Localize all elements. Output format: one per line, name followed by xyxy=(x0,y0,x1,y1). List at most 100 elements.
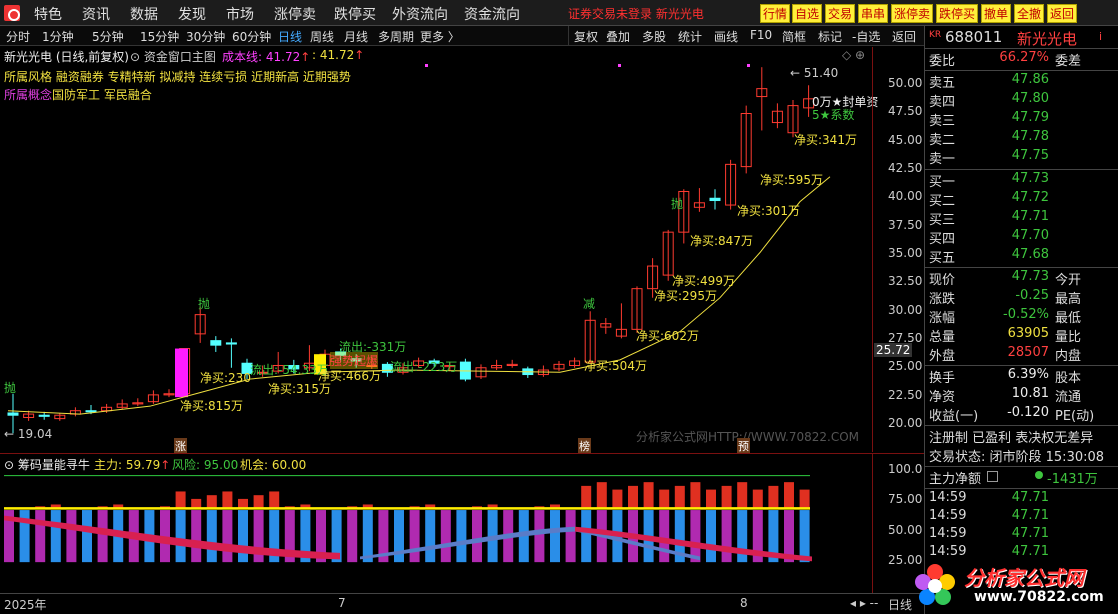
tb-zhangtingmai-button[interactable]: 涨停卖 xyxy=(891,4,933,23)
btn-biaoji[interactable]: 标记 xyxy=(818,28,842,45)
chart-stock-name: 新光光电 (日线,前复权) xyxy=(4,50,129,64)
signal-pao-3: 抛 xyxy=(671,197,684,211)
period-multi[interactable]: 多周期 xyxy=(378,28,414,45)
listing-flags: 注册制 已盈利 表决权无差异 xyxy=(929,431,1094,446)
indicator-bar-bottom xyxy=(690,510,701,563)
indicator-bar-top xyxy=(690,482,701,509)
period-more[interactable]: 更多 〉 xyxy=(420,28,460,45)
indicator-bar-top xyxy=(253,495,264,509)
lower-indicator-chart[interactable]: ⊙ 筹码量能寻牛 主力: 59.79↑ 风险: 95.00 机会: 60.00 … xyxy=(0,453,924,594)
ask-row-3[interactable]: 卖三 47.79 xyxy=(925,110,1118,129)
btn-duogu[interactable]: 多股 xyxy=(642,28,666,45)
btn-tongji[interactable]: 统计 xyxy=(678,28,702,45)
ask-row-2[interactable]: 卖二 47.78 xyxy=(925,129,1118,148)
indicator-canvas[interactable] xyxy=(0,454,924,594)
menu-waizi[interactable]: 外资流向 xyxy=(392,4,448,24)
indicator-bar-bottom xyxy=(206,510,217,563)
menu-shuju[interactable]: 数据 xyxy=(130,4,158,24)
indicator-bar-top xyxy=(238,498,248,509)
scroll-arrows-icon[interactable]: ◂ ▸ ‑‑ xyxy=(850,596,878,610)
login-warning[interactable]: 证券交易未登录 新光光电 xyxy=(568,5,704,22)
high-price-label: ← 51.40 xyxy=(790,66,839,80)
btn-diejia[interactable]: 叠加 xyxy=(606,28,630,45)
period-daily[interactable]: 日线 xyxy=(278,28,302,45)
bid-row-1[interactable]: 买一 47.73 xyxy=(925,171,1118,190)
chart-indicator-name[interactable]: ⊙ 资金窗口主图 xyxy=(130,48,216,65)
menu-shichang[interactable]: 市场 xyxy=(226,4,254,24)
flow-label: 净买:595万 xyxy=(760,173,823,187)
tb-chuanchuan-button[interactable]: 串串 xyxy=(858,4,888,23)
tb-hangqing-button[interactable]: 行情 xyxy=(760,4,790,23)
indicator-bar-top xyxy=(768,485,779,509)
chart-options-icon[interactable]: ◇ ⊕ xyxy=(842,48,865,62)
tb-quanche-button[interactable]: 全撤 xyxy=(1014,4,1044,23)
candle-body xyxy=(7,412,19,416)
btn-fanhui[interactable]: 返回 xyxy=(892,28,916,45)
kline-canvas[interactable] xyxy=(0,47,924,452)
cost-line-value: : 41.72↑ xyxy=(312,48,365,62)
ask-row-1[interactable]: 卖一 47.75 xyxy=(925,148,1118,167)
indicator-name[interactable]: ⊙ 筹码量能寻牛 xyxy=(4,456,90,473)
info-icon[interactable]: i xyxy=(1099,30,1102,43)
period-5min[interactable]: 5分钟 xyxy=(92,28,124,45)
flow-label: 流出:-331万 xyxy=(339,340,407,354)
bid-row-5[interactable]: 买五 47.68 xyxy=(925,247,1118,266)
candle-body xyxy=(210,340,222,346)
flow-label: 净买:602万 xyxy=(636,329,699,343)
menu-zixun[interactable]: 资讯 xyxy=(82,4,110,24)
signal-zhang: 涨 xyxy=(174,438,187,454)
period-1min[interactable]: 1分钟 xyxy=(42,28,74,45)
app-logo-icon[interactable] xyxy=(4,5,20,21)
candle-body xyxy=(85,410,97,413)
btn-jiankuang[interactable]: 简框 xyxy=(782,28,806,45)
btn-remove-zixuan[interactable]: -自选 xyxy=(852,28,880,45)
indicator-bar-top xyxy=(784,482,794,509)
tb-zixuan-button[interactable]: 自选 xyxy=(792,4,822,23)
ask-row-5[interactable]: 卖五 47.86 xyxy=(925,72,1118,91)
ask-row-4[interactable]: 卖四 47.80 xyxy=(925,91,1118,110)
top-marker-dot xyxy=(747,64,750,67)
period-15min[interactable]: 15分钟 xyxy=(140,28,179,45)
indicator-bar-top xyxy=(643,482,654,509)
menu-faxian[interactable]: 发现 xyxy=(178,4,206,24)
period-indicator[interactable]: 日线 xyxy=(888,596,912,613)
menu-zijin[interactable]: 资金流向 xyxy=(464,4,520,24)
net-flow-menu-icon[interactable] xyxy=(987,471,998,482)
menu-tese[interactable]: 特色 xyxy=(34,4,62,24)
tick-row: 14:59 47.71 xyxy=(929,490,1049,505)
tb-dietingmai-button[interactable]: 跌停买 xyxy=(936,4,978,23)
btn-fuquan[interactable]: 复权 xyxy=(574,28,598,45)
net-flow-row[interactable]: 主力净额 -1431万 xyxy=(925,468,1118,487)
indicator-bar-bottom xyxy=(97,510,108,563)
trade-status: 交易状态: 闭市阶段 15:30:08 xyxy=(929,450,1105,465)
indicator-bar-top xyxy=(596,482,607,509)
indicator-bar-bottom xyxy=(347,510,358,563)
indicator-bar-bottom xyxy=(175,510,186,563)
period-fenshi[interactable]: 分时 xyxy=(6,28,30,45)
concept-tags: 国防军工 军民融合 xyxy=(52,88,152,102)
bid-row-2[interactable]: 买二 47.72 xyxy=(925,190,1118,209)
tb-chedan-button[interactable]: 撤单 xyxy=(981,4,1011,23)
bid-row-3[interactable]: 买三 47.71 xyxy=(925,209,1118,228)
stat-row-eps: 收益(一) -0.120 PE(动) xyxy=(929,405,1095,424)
net-flow-dot-icon xyxy=(1035,471,1043,479)
indicator-bar-top xyxy=(222,491,233,509)
btn-f10[interactable]: F10 xyxy=(750,28,772,42)
period-weekly[interactable]: 周线 xyxy=(310,28,334,45)
top-marker-dot xyxy=(618,64,621,67)
period-60min[interactable]: 60分钟 xyxy=(232,28,271,45)
tb-fanhui-button[interactable]: 返回 xyxy=(1047,4,1077,23)
period-monthly[interactable]: 月线 xyxy=(344,28,368,45)
period-30min[interactable]: 30分钟 xyxy=(186,28,225,45)
tb-jiaoyi-button[interactable]: 交易 xyxy=(825,4,855,23)
btn-huaxian[interactable]: 画线 xyxy=(714,28,738,45)
bid-row-4[interactable]: 买四 47.70 xyxy=(925,228,1118,247)
stat-row-turnover: 换手 6.39% 股本 xyxy=(929,367,1082,386)
menu-dietingmai[interactable]: 跌停买 xyxy=(334,4,376,24)
stat-row-volume: 总量 63905 量比 xyxy=(929,326,1082,345)
date-tick: 2025年 xyxy=(4,598,47,612)
flow-label: 净买:499万 xyxy=(672,274,735,288)
indicator-bar-top xyxy=(269,491,280,509)
menu-zhangtingmai[interactable]: 涨停卖 xyxy=(274,4,316,24)
main-kline-chart[interactable]: 新光光电 (日线,前复权) ⊙ 资金窗口主图 成本线: 41.72↑ : 41.… xyxy=(0,47,924,454)
